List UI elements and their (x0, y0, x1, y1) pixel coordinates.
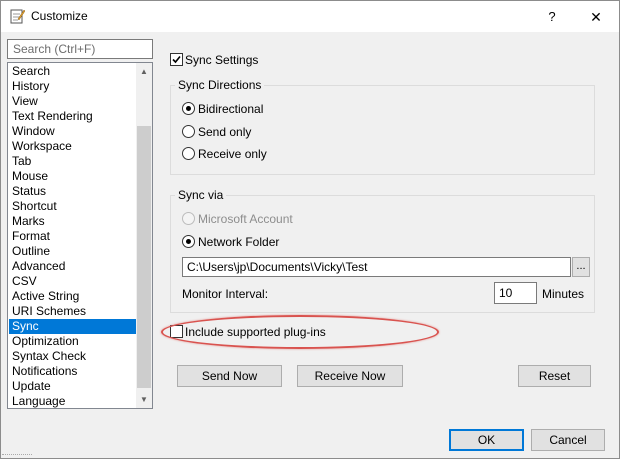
send-now-button[interactable]: Send Now (177, 365, 282, 387)
network-folder-radio[interactable] (182, 235, 195, 248)
category-item-format[interactable]: Format (9, 229, 136, 244)
category-item-workspace[interactable]: Workspace (9, 139, 136, 154)
category-item-tab[interactable]: Tab (9, 154, 136, 169)
category-item-text-rendering[interactable]: Text Rendering (9, 109, 136, 124)
category-item-csv[interactable]: CSV (9, 274, 136, 289)
category-items: Search History View Text Rendering Window Wor… (9, 64, 136, 408)
category-item-sync[interactable]: Sync (9, 319, 136, 334)
monitor-interval-input[interactable] (494, 282, 537, 304)
close-button[interactable]: ✕ (579, 5, 613, 29)
notepad-icon (9, 8, 26, 24)
minutes-label: Minutes (542, 287, 585, 301)
ok-button[interactable]: OK (449, 429, 524, 451)
category-item-active-string[interactable]: Active String (9, 289, 136, 304)
category-item-update[interactable]: Update (9, 379, 136, 394)
window-title: Customize (31, 9, 88, 23)
category-item-uri-schemes[interactable]: URI Schemes (9, 304, 136, 319)
monitor-interval-label: Monitor Interval: (182, 287, 269, 301)
receive-only-radio[interactable] (182, 147, 195, 160)
network-folder-label: Network Folder (198, 235, 280, 249)
send-only-radio[interactable] (182, 125, 195, 138)
scroll-down-arrow-icon[interactable]: ▼ (136, 391, 152, 408)
sync-directions-title: Sync Directions (175, 78, 265, 92)
search-input[interactable] (7, 39, 153, 59)
network-folder-path-input[interactable] (182, 257, 571, 277)
sync-settings-checkbox[interactable] (170, 53, 183, 66)
category-item-history[interactable]: History (9, 79, 136, 94)
category-list[interactable]: Search History View Text Rendering Window Wor… (7, 62, 153, 409)
scroll-up-arrow-icon[interactable]: ▲ (136, 63, 152, 80)
sync-via-title: Sync via (175, 188, 227, 202)
category-item-marks[interactable]: Marks (9, 214, 136, 229)
send-only-label: Send only (198, 125, 252, 139)
receive-only-label: Receive only (198, 147, 267, 161)
cancel-button[interactable]: Cancel (531, 429, 605, 451)
category-item-notifications[interactable]: Notifications (9, 364, 136, 379)
sync-settings-label: Sync Settings (185, 53, 259, 67)
category-item-shortcut[interactable]: Shortcut (9, 199, 136, 214)
category-item-syntax-check[interactable]: Syntax Check (9, 349, 136, 364)
receive-now-button[interactable]: Receive Now (297, 365, 403, 387)
category-scrollbar[interactable]: ▲ ▼ (136, 63, 152, 408)
bidirectional-radio[interactable] (182, 102, 195, 115)
browse-button[interactable]: ... (572, 257, 590, 277)
footer-divider (2, 454, 32, 457)
category-item-optimization[interactable]: Optimization (9, 334, 136, 349)
annotation-highlight-oval (161, 315, 439, 349)
category-item-advanced[interactable]: Advanced (9, 259, 136, 274)
category-item-outline[interactable]: Outline (9, 244, 136, 259)
category-item-search[interactable]: Search (9, 64, 136, 79)
scroll-thumb[interactable] (137, 126, 151, 388)
title-bar: Customize ? ✕ (1, 1, 619, 32)
radio-selected-dot (186, 239, 191, 244)
microsoft-account-radio[interactable] (182, 212, 195, 225)
bidirectional-label: Bidirectional (198, 102, 264, 116)
checkmark-icon (172, 55, 181, 64)
help-button[interactable]: ? (537, 5, 567, 29)
category-item-language[interactable]: Language (9, 394, 136, 408)
category-item-view[interactable]: View (9, 94, 136, 109)
radio-selected-dot (186, 106, 191, 111)
microsoft-account-label: Microsoft Account (198, 212, 293, 226)
category-item-mouse[interactable]: Mouse (9, 169, 136, 184)
reset-button[interactable]: Reset (518, 365, 591, 387)
category-item-status[interactable]: Status (9, 184, 136, 199)
category-item-window[interactable]: Window (9, 124, 136, 139)
customize-dialog: Customize ? ✕ SearchHistoryViewText Rend… (0, 0, 620, 459)
